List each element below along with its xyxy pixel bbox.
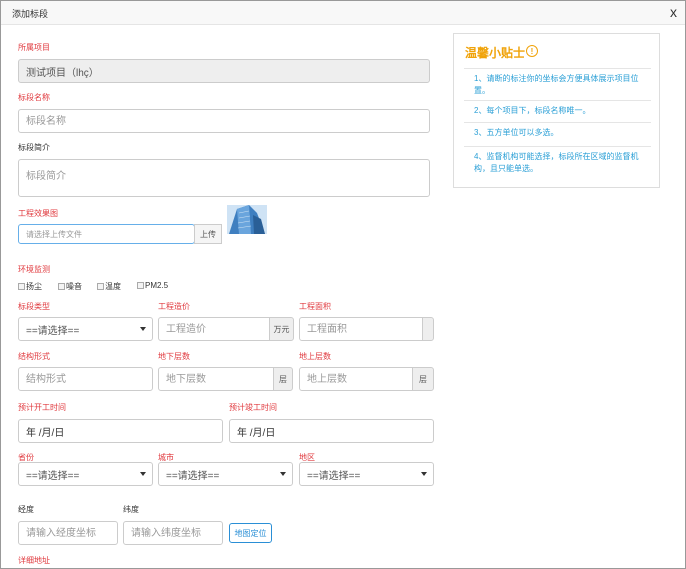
under-floors-input[interactable] <box>158 367 274 391</box>
env-label: 环境监测 <box>18 265 50 274</box>
lat-label: 纬度 <box>123 505 139 514</box>
under-unit-addon: 层 <box>273 367 293 391</box>
image-label: 工程效果图 <box>18 209 58 218</box>
tip-item: 1、请断的标注你的坐标会方便具体展示项目位置。 <box>464 68 651 100</box>
cost-input[interactable] <box>158 317 270 341</box>
section-type-select[interactable]: ==请选择== <box>18 317 153 341</box>
structure-label: 结构形式 <box>18 352 50 361</box>
start-date-label: 预计开工时间 <box>18 403 66 412</box>
close-icon[interactable]: x <box>670 4 677 20</box>
env-dust-label: 扬尘 <box>26 282 42 291</box>
exclamation-circle-icon: ! <box>526 45 538 57</box>
tips-title: 温馨小贴士 <box>465 46 526 60</box>
checkbox-box[interactable] <box>137 282 144 289</box>
longitude-input[interactable] <box>18 521 118 545</box>
district-select[interactable]: ==请选择== <box>299 462 434 486</box>
end-date-value: 年 /月/日 <box>237 427 276 439</box>
checkbox-box[interactable] <box>58 283 65 290</box>
chevron-down-icon <box>140 327 146 331</box>
end-date-input[interactable]: 年 /月/日 <box>229 419 434 443</box>
add-section-dialog: 添加标段 x 所属项目 标段名称 标段简介 工程效果图 上传 环境监测 扬尘 噪… <box>0 0 686 569</box>
cost-label: 工程造价 <box>158 302 190 311</box>
project-field[interactable] <box>18 59 430 83</box>
env-temperature-label: 温度 <box>105 282 121 291</box>
project-image-thumbnail <box>227 205 267 234</box>
start-date-input[interactable]: 年 /月/日 <box>18 419 223 443</box>
env-noise-checkbox[interactable]: 噪音 <box>58 281 82 292</box>
cost-unit-addon: 万元 <box>269 317 294 341</box>
upload-button[interactable]: 上传 <box>194 224 222 244</box>
area-input[interactable] <box>299 317 423 341</box>
chevron-down-icon <box>280 472 286 476</box>
project-label: 所属项目 <box>18 43 50 52</box>
latitude-input[interactable] <box>123 521 223 545</box>
under-label: 地下层数 <box>158 352 190 361</box>
chevron-down-icon <box>140 472 146 476</box>
city-select[interactable]: ==请选择== <box>158 462 293 486</box>
map-locate-button[interactable]: 地图定位 <box>229 523 272 543</box>
chevron-down-icon <box>421 472 427 476</box>
section-type-value: ==请选择== <box>26 325 80 337</box>
address-label: 详细地址 <box>18 556 50 565</box>
file-path-input[interactable] <box>18 224 195 244</box>
env-temperature-checkbox[interactable]: 温度 <box>97 281 121 292</box>
section-name-input[interactable] <box>18 109 430 133</box>
env-noise-label: 噪音 <box>66 282 82 291</box>
above-label: 地上层数 <box>299 352 331 361</box>
province-value: ==请选择== <box>26 470 80 482</box>
section-intro-textarea[interactable] <box>18 159 430 197</box>
city-value: ==请选择== <box>166 470 220 482</box>
tip-item: 3、五方单位可以多选。 <box>464 122 651 146</box>
env-dust-checkbox[interactable]: 扬尘 <box>18 281 42 292</box>
structure-input[interactable] <box>18 367 153 391</box>
tips-panel: 温馨小贴士 ! 1、请断的标注你的坐标会方便具体展示项目位置。 2、每个项目下，… <box>453 33 660 188</box>
tip-item: 4、监督机构可能选择，标段所在区域的监督机构，且只能单选。 <box>464 146 651 182</box>
end-date-label: 预计竣工时间 <box>229 403 277 412</box>
env-pm25-label: PM2.5 <box>145 281 169 290</box>
tip-item: 2、每个项目下，标段名称唯一。 <box>464 100 651 122</box>
start-date-value: 年 /月/日 <box>26 427 65 439</box>
env-pm25-checkbox[interactable]: PM2.5 <box>137 281 168 290</box>
above-unit-addon: 层 <box>412 367 434 391</box>
intro-label: 标段简介 <box>18 143 50 152</box>
area-label: 工程面积 <box>299 302 331 311</box>
name-label: 标段名称 <box>18 93 50 102</box>
type-label: 标段类型 <box>18 302 50 311</box>
checkbox-box[interactable] <box>97 283 104 290</box>
above-floors-input[interactable] <box>299 367 413 391</box>
checkbox-box[interactable] <box>18 283 25 290</box>
province-select[interactable]: ==请选择== <box>18 462 153 486</box>
district-value: ==请选择== <box>307 470 361 482</box>
lng-label: 经度 <box>18 505 34 514</box>
dialog-titlebar: 添加标段 x <box>1 1 685 25</box>
dialog-title: 添加标段 <box>12 9 49 19</box>
area-unit-addon <box>422 317 434 341</box>
